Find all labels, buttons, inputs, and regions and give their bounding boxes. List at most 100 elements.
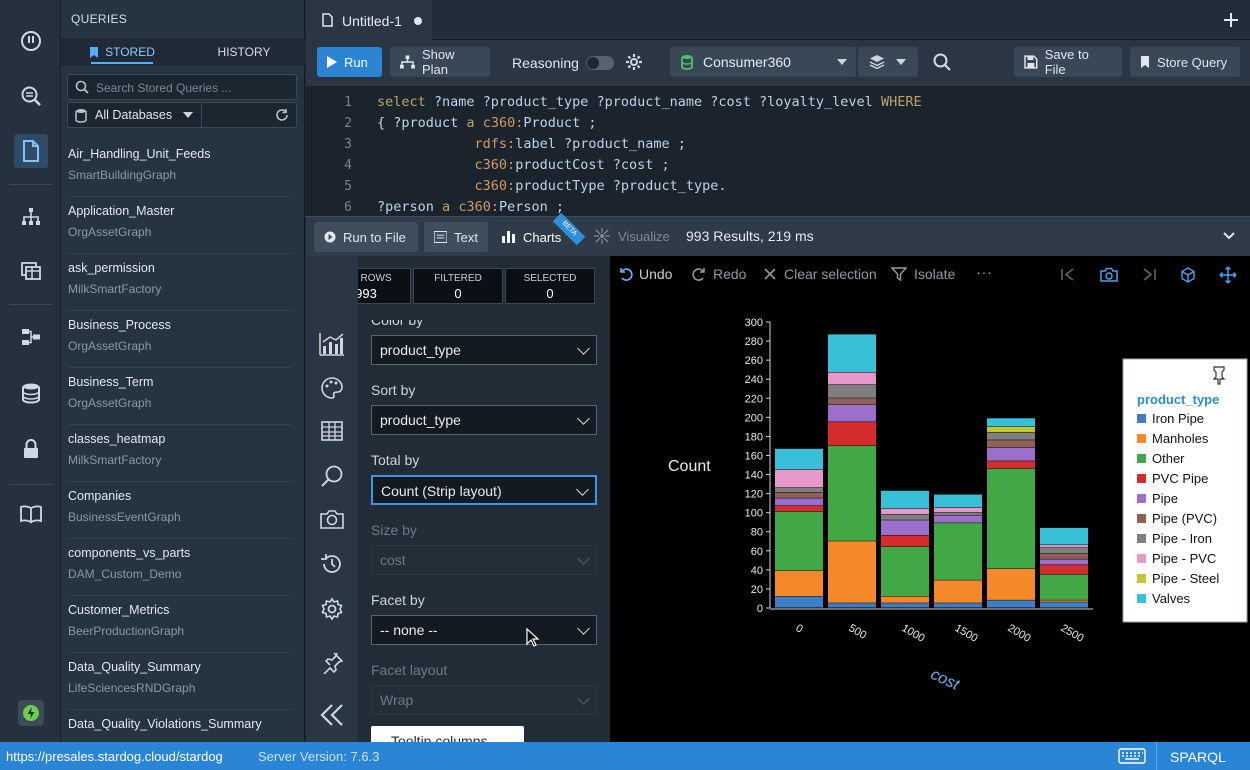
tab-untitled-1[interactable]: Untitled-1 <box>306 0 432 40</box>
legend-swatch[interactable] <box>1137 434 1146 443</box>
legend-swatch[interactable] <box>1137 494 1146 503</box>
bar-segment[interactable] <box>1040 600 1088 602</box>
bar-segment[interactable] <box>828 384 876 398</box>
bar-segment[interactable] <box>881 490 929 509</box>
bar-segment[interactable] <box>881 508 929 515</box>
visualize-button[interactable]: Visualize <box>594 228 670 244</box>
legend-item[interactable]: Pipe - PVC <box>1152 551 1216 566</box>
tooltip-columns-button[interactable]: Tooltip columns <box>371 726 524 742</box>
bar-segment[interactable] <box>881 535 929 547</box>
facet-by-select[interactable]: -- none -- <box>371 615 597 645</box>
bar-segment[interactable] <box>828 603 876 608</box>
bar-segment[interactable] <box>828 445 876 541</box>
data-table-icon[interactable] <box>14 254 48 288</box>
reasoning-toggle[interactable] <box>586 56 614 70</box>
legend-swatch[interactable] <box>1137 574 1146 583</box>
refresh-icon[interactable] <box>275 108 289 122</box>
lock-icon[interactable] <box>14 432 48 466</box>
bar-segment[interactable] <box>934 603 982 608</box>
bar-segment[interactable] <box>987 418 1035 427</box>
add-tab-icon[interactable] <box>1223 12 1239 28</box>
tab-stored[interactable]: STORED <box>61 38 183 66</box>
bar-segment[interactable] <box>1040 559 1088 565</box>
stored-query-item[interactable]: Air_Handling_Unit_Feeds SmartBuildingGrap… <box>68 140 292 197</box>
sparql-editor[interactable]: 1 2 3 4 5 6 select ?name ?product_type ?… <box>306 86 1250 216</box>
legend-item[interactable]: Other <box>1152 451 1185 466</box>
keyboard-icon[interactable] <box>1118 748 1146 764</box>
namespaces-select[interactable] <box>858 47 918 77</box>
bar-segment[interactable] <box>1040 574 1088 600</box>
bar-segment[interactable] <box>828 422 876 446</box>
bar-segment[interactable] <box>828 334 876 373</box>
bar-segment[interactable] <box>775 448 823 470</box>
legend-item[interactable]: Manholes <box>1152 431 1209 446</box>
color-by-select[interactable]: product_type <box>371 335 597 365</box>
stored-query-item[interactable]: Companies BusinessEventGraph <box>68 482 292 539</box>
mapping-flow-icon[interactable] <box>14 320 48 354</box>
bar-segment[interactable] <box>775 505 823 512</box>
bar-segment[interactable] <box>987 440 1035 448</box>
legend-item[interactable]: PVC Pipe <box>1152 471 1208 486</box>
bar-segment[interactable] <box>987 468 1035 569</box>
bar-segment[interactable] <box>828 404 876 422</box>
bar-segment[interactable] <box>828 398 876 405</box>
bar-segment[interactable] <box>881 596 929 603</box>
legend-swatch[interactable] <box>1137 414 1146 423</box>
bar-segment[interactable] <box>775 570 823 597</box>
bar-segment[interactable] <box>987 568 1035 600</box>
run-to-file-button[interactable]: Run to File <box>314 222 418 252</box>
stored-query-item[interactable]: Data_Quality_Summary LifeSciencesRNDGraph <box>68 653 292 710</box>
sort-by-select[interactable]: product_type <box>371 405 597 435</box>
stored-query-item[interactable]: Application_Master OrgAssetGraph <box>68 197 292 254</box>
stacked-bar-chart[interactable]: 0 20 40 60 80 100 120 140 160 180 200 220 240 260 280 3… <box>610 256 1250 742</box>
bar-segment[interactable] <box>1040 553 1088 559</box>
bar-segment[interactable] <box>881 603 929 608</box>
legend-swatch[interactable] <box>1137 514 1146 523</box>
pin-icon[interactable] <box>321 652 343 674</box>
show-plan-button[interactable]: Show Plan <box>390 47 490 77</box>
tab-history[interactable]: HISTORY <box>183 38 305 66</box>
settings-gear-icon[interactable] <box>320 597 344 621</box>
bar-segment[interactable] <box>934 494 982 508</box>
bar-segment[interactable] <box>1040 545 1088 548</box>
bar-segment[interactable] <box>1040 565 1088 575</box>
database-icon[interactable] <box>14 376 48 410</box>
bar-segment[interactable] <box>934 580 982 603</box>
stored-query-item[interactable]: Business_Term OrgAssetGraph <box>68 368 292 425</box>
bar-segment[interactable] <box>881 546 929 597</box>
legend-swatch[interactable] <box>1137 474 1146 483</box>
bar-segment[interactable] <box>775 498 823 506</box>
history-icon[interactable] <box>320 552 344 576</box>
bar-segment[interactable] <box>934 523 982 580</box>
bar-segment[interactable] <box>775 511 823 571</box>
gear-icon[interactable] <box>625 53 643 71</box>
bar-segment[interactable] <box>987 426 1035 433</box>
table-icon[interactable] <box>321 421 343 441</box>
bar-segment[interactable] <box>934 515 982 523</box>
palette-icon[interactable] <box>320 376 344 400</box>
legend-item[interactable]: Pipe (PVC) <box>1152 511 1217 526</box>
power-status-icon[interactable] <box>18 700 44 726</box>
run-button[interactable]: Run <box>317 47 382 77</box>
bar-segment[interactable] <box>881 514 929 520</box>
search-icon[interactable] <box>933 53 951 71</box>
camera-icon[interactable] <box>320 509 344 529</box>
chart-type-icon[interactable] <box>319 332 345 356</box>
legend-item[interactable]: Iron Pipe <box>1152 411 1204 426</box>
facet-layout-select[interactable]: Wrap <box>371 685 597 715</box>
text-view-button[interactable]: Text <box>424 222 488 252</box>
legend-swatch[interactable] <box>1137 554 1146 563</box>
bar-segment[interactable] <box>1040 527 1088 545</box>
legend-item[interactable]: Pipe <box>1152 491 1178 506</box>
legend-item[interactable]: Pipe - Iron <box>1152 531 1212 546</box>
query-search-icon[interactable] <box>14 79 48 113</box>
info-icon[interactable] <box>14 24 48 58</box>
legend-item[interactable]: Pipe - Steel <box>1152 571 1219 586</box>
bar-segment[interactable] <box>828 541 876 603</box>
save-to-file-button[interactable]: Save to File <box>1014 47 1122 77</box>
bar-segment[interactable] <box>775 492 823 498</box>
workspace-document-icon[interactable] <box>14 134 48 168</box>
models-hierarchy-icon[interactable] <box>14 200 48 234</box>
bar-segment[interactable] <box>775 487 823 493</box>
legend-swatch[interactable] <box>1137 594 1146 603</box>
